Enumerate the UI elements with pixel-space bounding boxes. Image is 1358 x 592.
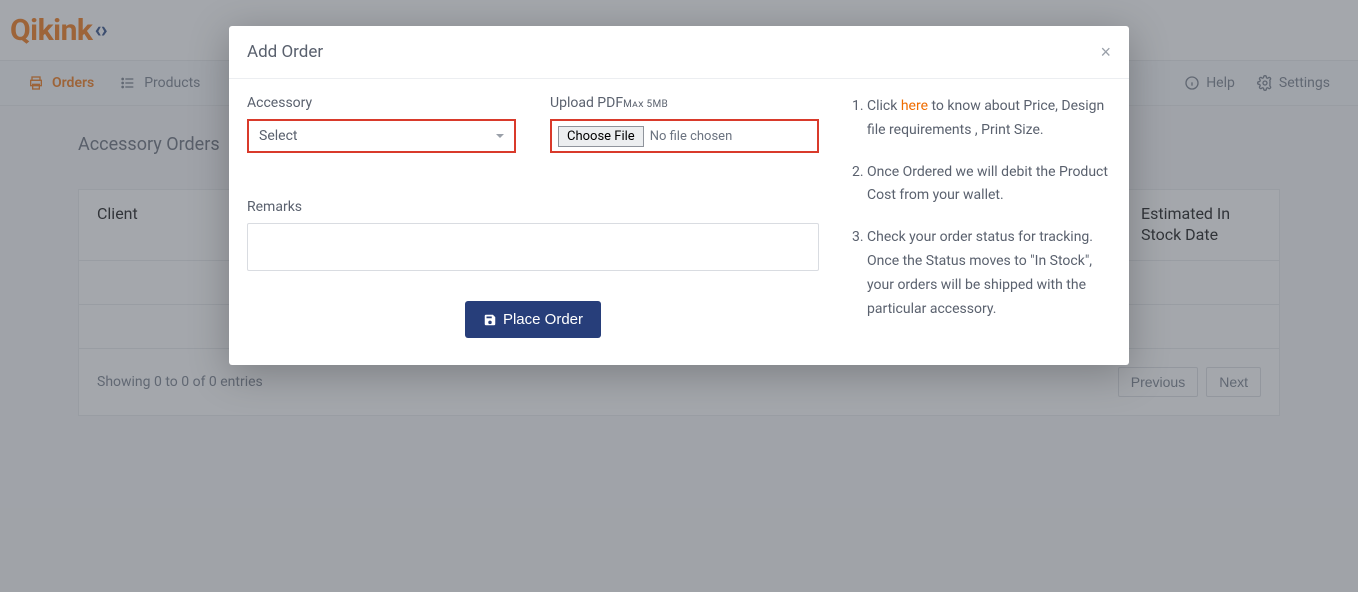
accessory-select-value: Select	[259, 128, 297, 144]
chevron-down-icon	[496, 134, 504, 138]
modal-close-button[interactable]: ×	[1100, 43, 1111, 61]
modal-body: Accessory Select Upload PDFMax 5MB Choos…	[229, 79, 1129, 365]
upload-label: Upload PDFMax 5MB	[550, 95, 819, 111]
add-order-modal: Add Order × Accessory Select	[229, 26, 1129, 365]
remarks-label: Remarks	[247, 199, 819, 215]
accessory-select[interactable]: Select	[247, 119, 516, 153]
modal-title: Add Order	[247, 42, 323, 62]
info-1a: Click	[867, 98, 901, 114]
info-list: Click here to know about Price, Design f…	[849, 95, 1111, 339]
modal-overlay[interactable]: Add Order × Accessory Select	[0, 0, 1358, 592]
info-here-link[interactable]: here	[901, 98, 928, 114]
close-icon: ×	[1100, 42, 1111, 62]
form-row-top: Accessory Select Upload PDFMax 5MB Choos…	[247, 95, 819, 153]
form-area: Accessory Select Upload PDFMax 5MB Choos…	[247, 95, 819, 339]
save-icon	[483, 313, 497, 327]
file-input-wrap: Choose File No file chosen	[550, 119, 819, 153]
accessory-label: Accessory	[247, 95, 516, 111]
upload-hint: Max 5MB	[623, 99, 668, 110]
info-item-3: Check your order status for tracking. On…	[867, 226, 1111, 321]
choose-file-button[interactable]: Choose File	[558, 126, 644, 147]
submit-row: Place Order	[247, 301, 819, 338]
upload-group: Upload PDFMax 5MB Choose File No file ch…	[550, 95, 819, 153]
info-item-2: Once Ordered we will debit the Product C…	[867, 161, 1111, 209]
file-status: No file chosen	[650, 129, 733, 144]
upload-label-text: Upload PDF	[550, 95, 623, 111]
remarks-input[interactable]	[247, 223, 819, 271]
place-order-button[interactable]: Place Order	[465, 301, 601, 338]
modal-header: Add Order ×	[229, 26, 1129, 79]
place-order-label: Place Order	[503, 311, 583, 328]
accessory-group: Accessory Select	[247, 95, 516, 153]
info-item-1: Click here to know about Price, Design f…	[867, 95, 1111, 143]
